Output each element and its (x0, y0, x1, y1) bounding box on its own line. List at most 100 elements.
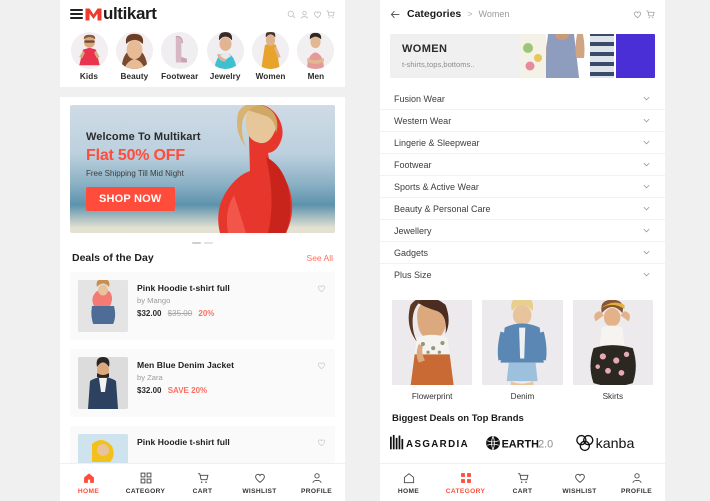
grid-icon (117, 470, 174, 485)
table-row[interactable]: Men Blue Denim Jacket by Zara $32.00 SAV… (70, 349, 335, 417)
chevron-down-icon[interactable] (642, 222, 651, 240)
banner-shopping-image (520, 34, 655, 78)
product-price: $32.00 (137, 386, 162, 395)
chevron-down-icon[interactable] (642, 134, 651, 152)
women-banner-title: WOMEN (402, 43, 448, 55)
category-card-label: Denim (510, 392, 535, 401)
heart-icon[interactable] (313, 10, 322, 19)
screenshot-stage: ultikart Kids Beauty Footwear Jewelry Wo… (0, 0, 710, 501)
nav-item-category[interactable]: CATEGORY (117, 470, 174, 495)
heart-icon (231, 470, 288, 485)
accordion-item-beauty-personal-care[interactable]: Beauty & Personal Care (380, 198, 665, 220)
banner-pagination-dots[interactable] (60, 237, 345, 246)
accordion-label: Footwear (394, 159, 432, 170)
dot-2[interactable] (204, 242, 213, 244)
left-scroll-area[interactable]: ultikart Kids Beauty Footwear Jewelry Wo… (60, 0, 345, 501)
chevron-down-icon[interactable] (642, 200, 651, 218)
dot-1[interactable] (192, 242, 201, 244)
nav-item-wishlist[interactable]: WISHLIST (231, 470, 288, 495)
table-row[interactable]: Pink Hoodie t-shirt full by Mango $32.00… (70, 272, 335, 340)
right-bottom-navigation: HOME CATEGORY CART WISHLIST PROFILE (380, 463, 665, 501)
cart-icon[interactable] (326, 10, 335, 19)
accordion-item-footwear[interactable]: Footwear (380, 154, 665, 176)
category-label: Men (307, 72, 325, 81)
nav-item-home[interactable]: HOME (60, 470, 117, 495)
category-thumb-women (252, 32, 290, 69)
chevron-down-icon[interactable] (642, 156, 651, 174)
category-label: Kids (79, 72, 99, 81)
breadcrumb-root[interactable]: Categories (407, 8, 461, 20)
category-chip-women[interactable]: Women (250, 32, 292, 81)
promo-banner[interactable]: Welcome To Multikart Flat 50% OFF Free S… (70, 105, 335, 233)
nav-item-home[interactable]: HOME (380, 470, 437, 495)
accordion-item-plus-size[interactable]: Plus Size (380, 264, 665, 286)
left-app-header: ultikart (60, 0, 345, 28)
nav-item-wishlist[interactable]: WISHLIST (551, 470, 608, 495)
category-card-flowerprint[interactable]: Flowerprint (392, 300, 473, 401)
right-phone-panel: Categories > Women WOMEN t-shirts,tops,b… (380, 0, 665, 501)
product-thumbnail (78, 357, 128, 409)
product-old-price: $35.00 (167, 309, 193, 318)
accordion-item-western-wear[interactable]: Western Wear (380, 110, 665, 132)
cart-icon[interactable] (646, 10, 655, 19)
product-info: Men Blue Denim Jacket by Zara $32.00 SAV… (137, 357, 327, 395)
app-logo[interactable]: ultikart (85, 4, 157, 24)
product-name: Pink Hoodie t-shirt full (137, 437, 230, 447)
hamburger-icon[interactable] (70, 7, 83, 21)
back-arrow-icon[interactable] (390, 9, 401, 20)
accordion-item-gadgets[interactable]: Gadgets (380, 242, 665, 264)
brand-logo-kanba[interactable]: kanba (574, 430, 648, 456)
nav-item-cart[interactable]: CART (174, 470, 231, 495)
banner-note: Free Shipping Till Mid Night (86, 169, 184, 178)
wishlist-heart-icon[interactable] (317, 280, 326, 298)
brands-section-title: Biggest Deals on Top Brands (392, 413, 524, 424)
left-header-icons (287, 10, 335, 19)
accordion-item-jewellery[interactable]: Jewellery (380, 220, 665, 242)
category-chip-kids[interactable]: Kids (68, 32, 110, 81)
deals-see-all-link[interactable]: See All (307, 253, 333, 263)
chevron-down-icon[interactable] (642, 90, 651, 108)
chevron-down-icon[interactable] (642, 112, 651, 130)
nav-item-profile[interactable]: PROFILE (288, 470, 345, 495)
category-chip-jewelry[interactable]: Jewelry (204, 32, 246, 81)
wishlist-heart-icon[interactable] (317, 434, 326, 452)
nav-item-cart[interactable]: CART (494, 470, 551, 495)
nav-label: PROFILE (300, 488, 333, 495)
nav-item-category[interactable]: CATEGORY (437, 470, 494, 495)
search-icon[interactable] (287, 10, 296, 19)
user-icon (288, 470, 345, 485)
deals-title: Deals of the Day (72, 252, 154, 264)
category-card-denim[interactable]: Denim (482, 300, 563, 401)
product-name: Men Blue Denim Jacket (137, 360, 235, 370)
right-scroll-area[interactable]: Categories > Women WOMEN t-shirts,tops,b… (380, 0, 665, 501)
heart-icon[interactable] (633, 10, 642, 19)
category-label: Beauty (120, 72, 149, 81)
chevron-down-icon[interactable] (642, 178, 651, 196)
accordion-label: Fusion Wear (394, 93, 445, 104)
grid-icon (437, 470, 494, 485)
women-banner-subtitle: t-shirts,tops,bottoms.. (402, 60, 475, 69)
accordion-item-sports-active-wear[interactable]: Sports & Active Wear (380, 176, 665, 198)
user-icon[interactable] (300, 10, 309, 19)
chevron-down-icon[interactable] (642, 266, 651, 284)
category-label: Jewelry (209, 72, 241, 81)
product-save-label: SAVE 20% (167, 386, 208, 395)
brand-logo-earth20[interactable]: EARTH 2.0 (485, 430, 565, 456)
category-thumb-beauty (115, 32, 153, 69)
category-chip-footwear[interactable]: Footwear (159, 32, 201, 81)
accordion-item-lingerie-sleepwear[interactable]: Lingerie & Sleepwear (380, 132, 665, 154)
shop-now-button[interactable]: SHOP NOW (86, 187, 175, 211)
category-card-skirts[interactable]: Skirts (572, 300, 653, 401)
chevron-down-icon[interactable] (642, 244, 651, 262)
category-chip-beauty[interactable]: Beauty (113, 32, 155, 81)
women-category-banner[interactable]: WOMEN t-shirts,tops,bottoms.. (390, 34, 655, 78)
brand-logo-asgardia[interactable]: ASGARDIA (390, 430, 476, 456)
product-price-row: $32.00 SAVE 20% (137, 386, 327, 395)
accordion-item-fusion-wear[interactable]: Fusion Wear (380, 88, 665, 110)
user-icon (608, 470, 665, 485)
heart-icon (551, 470, 608, 485)
accordion-label: Gadgets (394, 247, 429, 258)
nav-item-profile[interactable]: PROFILE (608, 470, 665, 495)
category-chip-men[interactable]: Men (295, 32, 337, 81)
wishlist-heart-icon[interactable] (317, 357, 326, 375)
